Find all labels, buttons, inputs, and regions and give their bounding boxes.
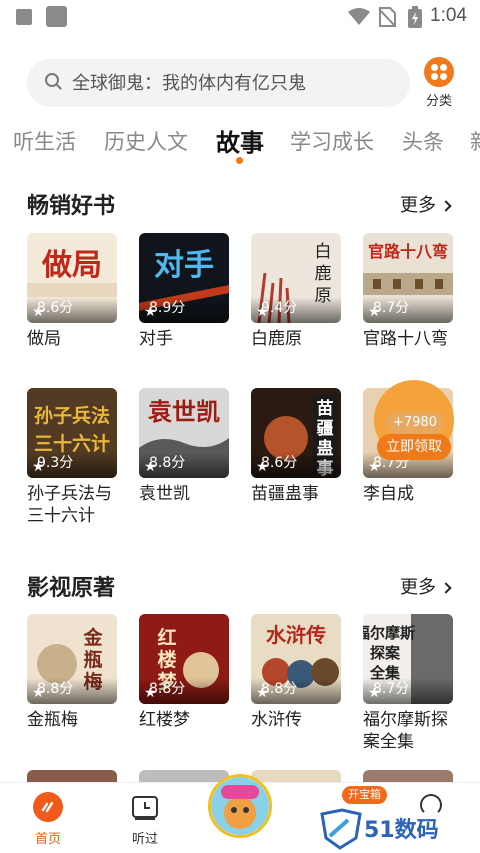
rating-badge: ★ 8.6分 bbox=[27, 297, 117, 323]
tab-new[interactable]: 新 bbox=[470, 126, 480, 156]
book-title: 官路十八弯 bbox=[363, 329, 448, 349]
cover-title: 对手 bbox=[154, 248, 214, 283]
rating-badge: ★ 9.4分 bbox=[251, 297, 341, 323]
rating-badge: ★ 8.8分 bbox=[139, 678, 229, 704]
rating-badge: ★ 8.8分 bbox=[251, 678, 341, 704]
svg-text:疆: 疆 bbox=[317, 419, 334, 439]
notification-icon bbox=[16, 9, 32, 25]
active-tab-indicator bbox=[236, 157, 243, 164]
svg-text:探案: 探案 bbox=[370, 644, 401, 662]
book-cover: 做局 ★ 8.6分 bbox=[27, 233, 117, 323]
book-title: 对手 bbox=[139, 329, 173, 349]
book-title: 红楼梦 bbox=[139, 710, 190, 730]
history-icon[interactable] bbox=[131, 793, 159, 821]
rating-badge: ★ 8.6分 bbox=[251, 452, 341, 478]
book-title: 福尔摩斯探案全集 bbox=[363, 710, 448, 752]
status-bar: 1:04 bbox=[0, 0, 480, 34]
section-title-bestsellers: 畅销好书 bbox=[27, 194, 116, 219]
book-cover: 孙子兵法 三十六计 ★ 9.3分 bbox=[27, 388, 117, 478]
chevron-right-icon bbox=[440, 582, 452, 594]
search-icon bbox=[45, 73, 62, 90]
book-cover: 白鹿原 ★ 9.4分 bbox=[251, 233, 341, 323]
more-label: 更多 bbox=[400, 195, 436, 216]
book-cover: 袁世凯 ★ 8.8分 bbox=[139, 388, 229, 478]
cover-title: 水浒传 bbox=[266, 623, 326, 647]
book-title: 水浒传 bbox=[251, 710, 302, 730]
cover-title: 红 bbox=[157, 626, 176, 649]
book-cover: 福尔摩斯探案全集 ★ 8.7分 bbox=[363, 614, 453, 704]
book-title: 白鹿原 bbox=[251, 329, 302, 349]
cover-title: 金 bbox=[82, 626, 103, 649]
book-cover: 对手 ★ 8.9分 bbox=[139, 233, 229, 323]
tab-stories[interactable]: 故事 bbox=[216, 123, 264, 158]
book-title: 孙子兵法与三十六计 bbox=[27, 484, 112, 526]
cover-title: 孙子兵法 bbox=[34, 404, 110, 427]
book-title: 做局 bbox=[27, 329, 61, 349]
mascot-button[interactable] bbox=[208, 774, 272, 838]
chevron-right-icon bbox=[440, 200, 452, 212]
book-card[interactable]: 白鹿原 ★ 9.4分 白鹿原 bbox=[251, 233, 341, 350]
clock-time: 1:04 bbox=[430, 5, 467, 26]
book-card[interactable]: 对手 ★ 8.9分 对手 bbox=[139, 233, 229, 350]
book-title: 李自成 bbox=[363, 484, 414, 504]
rating-badge: ★ 8.7分 bbox=[363, 297, 453, 323]
book-title: 袁世凯 bbox=[139, 484, 190, 504]
cover-title: 苗 bbox=[317, 398, 334, 419]
book-card[interactable]: 做局 ★ 8.6分 做局 bbox=[27, 233, 117, 350]
book-card[interactable]: 水浒传 ★ 8.8分 水浒传 bbox=[251, 614, 341, 731]
more-label: 更多 bbox=[400, 577, 436, 598]
rating-badge: ★ 9.3分 bbox=[27, 452, 117, 478]
cover-title: 福尔摩斯 bbox=[363, 624, 415, 642]
cover-title: 做局 bbox=[41, 248, 102, 283]
category-icon[interactable] bbox=[424, 57, 454, 87]
category-tabs: 听生活 历史人文 故事 学习成长 头条 新 bbox=[0, 120, 480, 166]
book-card[interactable]: 孙子兵法 三十六计 ★ 9.3分 孙子兵法与三十六计 bbox=[27, 388, 117, 527]
nav-home-label[interactable]: 首页 bbox=[33, 828, 63, 847]
open-chest-badge[interactable]: 开宝箱 bbox=[342, 786, 387, 804]
claim-reward-button[interactable]: 立即领取 bbox=[377, 434, 451, 460]
svg-text:瓶: 瓶 bbox=[83, 649, 102, 671]
more-adaptations-button[interactable]: 更多 bbox=[400, 573, 452, 599]
home-icon[interactable] bbox=[33, 792, 63, 822]
rating-badge: ★ 8.7分 bbox=[363, 678, 453, 704]
book-cover: 红楼梦 ★ 8.8分 bbox=[139, 614, 229, 704]
cover-title: 袁世凯 bbox=[147, 397, 220, 426]
rating-badge: ★ 8.9分 bbox=[139, 297, 229, 323]
wifi-icon bbox=[348, 8, 370, 25]
cover-title: 白 bbox=[315, 242, 332, 262]
book-card[interactable]: 红楼梦 ★ 8.8分 红楼梦 bbox=[139, 614, 229, 731]
cover-title: 官路十八弯 bbox=[368, 242, 448, 261]
svg-text:楼: 楼 bbox=[157, 648, 176, 671]
tab-headlines[interactable]: 头条 bbox=[402, 126, 444, 156]
book-card[interactable]: 苗疆蛊事 ★ 8.6分 苗疆蛊事 bbox=[251, 388, 341, 505]
tab-listen-life[interactable]: 听生活 bbox=[13, 126, 76, 156]
book-card[interactable]: 袁世凯 ★ 8.8分 袁世凯 bbox=[139, 388, 229, 505]
notification-icon bbox=[46, 6, 67, 27]
svg-text:鹿: 鹿 bbox=[315, 264, 332, 284]
book-card[interactable]: 福尔摩斯探案全集 ★ 8.7分 福尔摩斯探案全集 bbox=[363, 614, 453, 753]
more-bestsellers-button[interactable]: 更多 bbox=[400, 191, 452, 217]
book-card[interactable]: 官路十八弯 ★ 8.7分 官路十八弯 bbox=[363, 233, 453, 350]
rating-badge: ★ 8.8分 bbox=[27, 678, 117, 704]
book-cover: 金瓶梅 ★ 8.8分 bbox=[27, 614, 117, 704]
book-cover: 官路十八弯 ★ 8.7分 bbox=[363, 233, 453, 323]
watermark-text: 51数码 bbox=[364, 818, 439, 843]
battery-icon bbox=[408, 6, 422, 28]
book-cover: 水浒传 ★ 8.8分 bbox=[251, 614, 341, 704]
search-placeholder[interactable]: 全球御鬼：我的体内有亿只鬼 bbox=[72, 69, 306, 95]
reward-amount: +7980 bbox=[386, 412, 444, 434]
book-title: 金瓶梅 bbox=[27, 710, 78, 730]
section-title-adaptations: 影视原著 bbox=[27, 576, 116, 601]
no-sim-icon bbox=[378, 7, 396, 27]
nav-heard-label[interactable]: 听过 bbox=[128, 828, 162, 847]
book-cover: 苗疆蛊事 ★ 8.6分 bbox=[251, 388, 341, 478]
rating-badge: ★ 8.8分 bbox=[139, 452, 229, 478]
tab-history[interactable]: 历史人文 bbox=[104, 126, 188, 156]
book-card[interactable]: 金瓶梅 ★ 8.8分 金瓶梅 bbox=[27, 614, 117, 731]
category-label[interactable]: 分类 bbox=[424, 90, 454, 109]
tab-learning[interactable]: 学习成长 bbox=[290, 126, 374, 156]
book-title: 苗疆蛊事 bbox=[251, 484, 319, 504]
